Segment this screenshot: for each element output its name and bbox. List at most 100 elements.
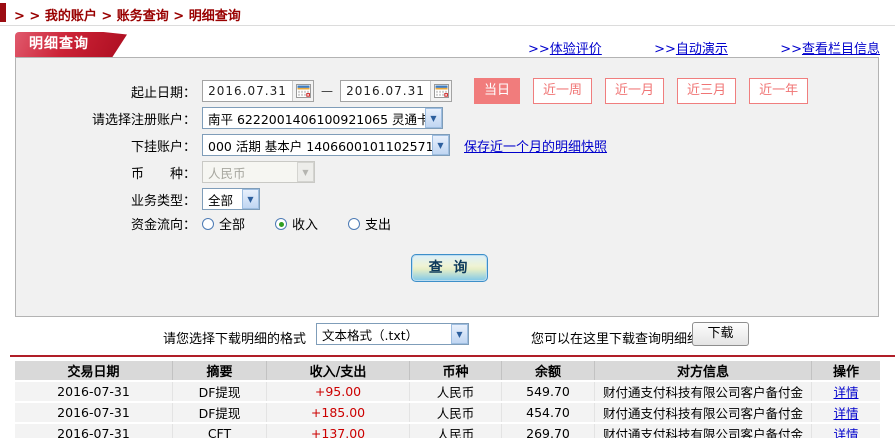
breadcrumb: > > 我的账户 > 账务查询 > 明细查询 bbox=[14, 9, 241, 24]
chevron-down-icon[interactable]: ▼ bbox=[451, 324, 468, 344]
register-account-row: 请选择注册账户： 南平 6222001406100921065 灵通卡 ▼ bbox=[16, 107, 443, 129]
fund-flow-option-expense[interactable]: 支出 bbox=[348, 214, 391, 233]
link-column-info[interactable]: >>查看栏目信息 bbox=[780, 38, 880, 57]
currency-row: 币 种： 人民币 ▼ bbox=[16, 161, 315, 183]
save-snapshot-link[interactable]: 保存近一个月的明细快照 bbox=[464, 136, 607, 155]
fund-flow-option-all-label: 全部 bbox=[219, 218, 246, 233]
detail-link[interactable]: 详情 bbox=[833, 427, 858, 438]
col-header-counterparty: 对方信息 bbox=[595, 361, 812, 380]
cell-counterparty: 财付通支付科技有限公司客户备付金 bbox=[595, 382, 812, 401]
fund-flow-option-income[interactable]: 收入 bbox=[275, 214, 318, 233]
date-range-label: 起止日期： bbox=[130, 85, 196, 101]
download-format-select[interactable]: 文本格式（.txt） ▼ bbox=[316, 323, 469, 345]
business-type-label: 业务类型： bbox=[130, 193, 196, 209]
transaction-table: 交易日期 摘要 收入/支出 币种 余额 对方信息 操作 2016-07-31 D… bbox=[15, 359, 880, 438]
business-type-row: 业务类型： 全部 ▼ bbox=[16, 188, 260, 210]
cell-currency: 人民币 bbox=[410, 382, 502, 401]
cell-date: 2016-07-31 bbox=[15, 382, 173, 401]
register-account-value: 南平 6222001406100921065 灵通卡 bbox=[208, 111, 425, 127]
radio-icon[interactable] bbox=[202, 217, 214, 230]
cell-date: 2016-07-31 bbox=[15, 424, 173, 438]
cell-currency: 人民币 bbox=[410, 403, 502, 422]
business-type-select[interactable]: 全部 ▼ bbox=[202, 188, 260, 210]
chevron-down-icon[interactable]: ▼ bbox=[432, 135, 449, 155]
tab-detail-query[interactable]: 明细查询 bbox=[15, 32, 127, 57]
cell-balance: 454.70 bbox=[502, 403, 595, 422]
chevron-down-icon[interactable]: ▼ bbox=[242, 189, 259, 209]
start-date-input[interactable]: 2016.07.31 bbox=[202, 80, 314, 102]
sub-account-row: 下挂账户： 000 活期 基本户 1406600101102571848 ▼ 保… bbox=[16, 134, 607, 156]
col-header-summary: 摘要 bbox=[173, 361, 267, 380]
table-row: 2016-07-31 CFT +137.00 人民币 269.70 财付通支付科… bbox=[15, 424, 880, 438]
fund-flow-label: 资金流向： bbox=[130, 218, 196, 233]
end-date-value[interactable]: 2016.07.31 bbox=[341, 81, 430, 101]
cell-summary: DF提现 bbox=[173, 403, 267, 422]
quick-range-month-button[interactable]: 近一月 bbox=[605, 78, 665, 104]
calendar-icon bbox=[433, 84, 449, 98]
download-format-label: 请您选择下载明细的格式 bbox=[163, 332, 307, 347]
register-account-label: 请选择注册账户： bbox=[91, 112, 196, 128]
currency-value: 人民币 bbox=[208, 165, 246, 181]
table-row: 2016-07-31 DF提现 +95.00 人民币 549.70 财付通支付科… bbox=[15, 382, 880, 401]
cell-balance: 549.70 bbox=[502, 382, 595, 401]
link-auto-demo-text[interactable]: 自动演示 bbox=[676, 42, 728, 57]
sub-account-label: 下挂账户： bbox=[130, 139, 196, 155]
quick-range-week-button[interactable]: 近一周 bbox=[533, 78, 593, 104]
quick-range-buttons: 当日 近一周 近一月 近三月 近一年 bbox=[474, 78, 809, 104]
cell-balance: 269.70 bbox=[502, 424, 595, 438]
detail-link[interactable]: 详情 bbox=[833, 406, 858, 421]
detail-link[interactable]: 详情 bbox=[833, 385, 858, 400]
quick-range-today-button[interactable]: 当日 bbox=[474, 78, 521, 104]
end-date-input[interactable]: 2016.07.31 bbox=[340, 80, 452, 102]
sub-account-value: 000 活期 基本户 1406600101102571848 bbox=[208, 138, 432, 154]
cell-date: 2016-07-31 bbox=[15, 403, 173, 422]
col-header-amount: 收入/支出 bbox=[267, 361, 410, 380]
radio-icon[interactable] bbox=[348, 217, 361, 230]
link-experience-review-text[interactable]: 体验评价 bbox=[550, 42, 602, 57]
end-date-calendar-button[interactable] bbox=[430, 81, 451, 101]
query-button[interactable]: 查 询 bbox=[411, 254, 488, 282]
col-header-currency: 币种 bbox=[410, 361, 502, 380]
cell-counterparty: 财付通支付科技有限公司客户备付金 bbox=[595, 403, 812, 422]
quick-range-year-button[interactable]: 近一年 bbox=[749, 78, 809, 104]
download-button[interactable]: 下载 bbox=[692, 322, 749, 346]
cell-counterparty: 财付通支付科技有限公司客户备付金 bbox=[595, 424, 812, 438]
currency-select: 人民币 ▼ bbox=[202, 161, 315, 183]
chevron-down-icon[interactable]: ▼ bbox=[425, 108, 442, 128]
query-form-panel: 起止日期： 2016.07.31 — 2016.07.31 当日 近一周 近一月… bbox=[15, 57, 879, 317]
cell-summary: CFT bbox=[173, 424, 267, 438]
table-top-rule bbox=[10, 355, 895, 357]
col-header-action: 操作 bbox=[812, 361, 880, 380]
business-type-value: 全部 bbox=[208, 192, 234, 208]
table-row: 2016-07-31 DF提现 +185.00 人民币 454.70 财付通支付… bbox=[15, 403, 880, 422]
table-header-row: 交易日期 摘要 收入/支出 币种 余额 对方信息 操作 bbox=[15, 361, 880, 380]
fund-flow-option-expense-label: 支出 bbox=[365, 218, 392, 233]
link-auto-demo[interactable]: >>自动演示 bbox=[654, 38, 728, 57]
header-divider bbox=[0, 25, 895, 26]
cell-currency: 人民币 bbox=[410, 424, 502, 438]
fund-flow-option-income-label: 收入 bbox=[292, 218, 319, 233]
download-hint: 您可以在这里下载查询明细结果 bbox=[531, 332, 714, 347]
top-links: >>体验评价 >>自动演示 >>查看栏目信息 bbox=[528, 38, 880, 57]
sub-account-select[interactable]: 000 活期 基本户 1406600101102571848 ▼ bbox=[202, 134, 450, 156]
quick-range-quarter-button[interactable]: 近三月 bbox=[677, 78, 737, 104]
start-date-calendar-button[interactable] bbox=[292, 81, 313, 101]
date-range-row: 起止日期： 2016.07.31 — 2016.07.31 当日 近一周 近一月… bbox=[16, 78, 809, 104]
link-experience-review[interactable]: >>体验评价 bbox=[528, 38, 602, 57]
fund-flow-row: 资金流向： 全部 收入 支出 bbox=[16, 214, 391, 233]
breadcrumb-accent-bar bbox=[0, 3, 6, 22]
cell-summary: DF提现 bbox=[173, 382, 267, 401]
link-arrow-prefix: >> bbox=[780, 42, 802, 57]
fund-flow-options: 全部 收入 支出 bbox=[202, 214, 391, 233]
link-arrow-prefix: >> bbox=[528, 42, 550, 57]
radio-checked-icon[interactable] bbox=[275, 217, 288, 230]
currency-label: 币 种： bbox=[130, 166, 196, 182]
link-column-info-text[interactable]: 查看栏目信息 bbox=[802, 42, 880, 57]
fund-flow-option-all[interactable]: 全部 bbox=[202, 214, 245, 233]
download-format-value: 文本格式（.txt） bbox=[322, 327, 419, 343]
start-date-value[interactable]: 2016.07.31 bbox=[203, 81, 292, 101]
link-arrow-prefix: >> bbox=[654, 42, 676, 57]
calendar-icon bbox=[295, 84, 311, 98]
cell-amount: +137.00 bbox=[267, 424, 410, 438]
register-account-select[interactable]: 南平 6222001406100921065 灵通卡 ▼ bbox=[202, 107, 443, 129]
